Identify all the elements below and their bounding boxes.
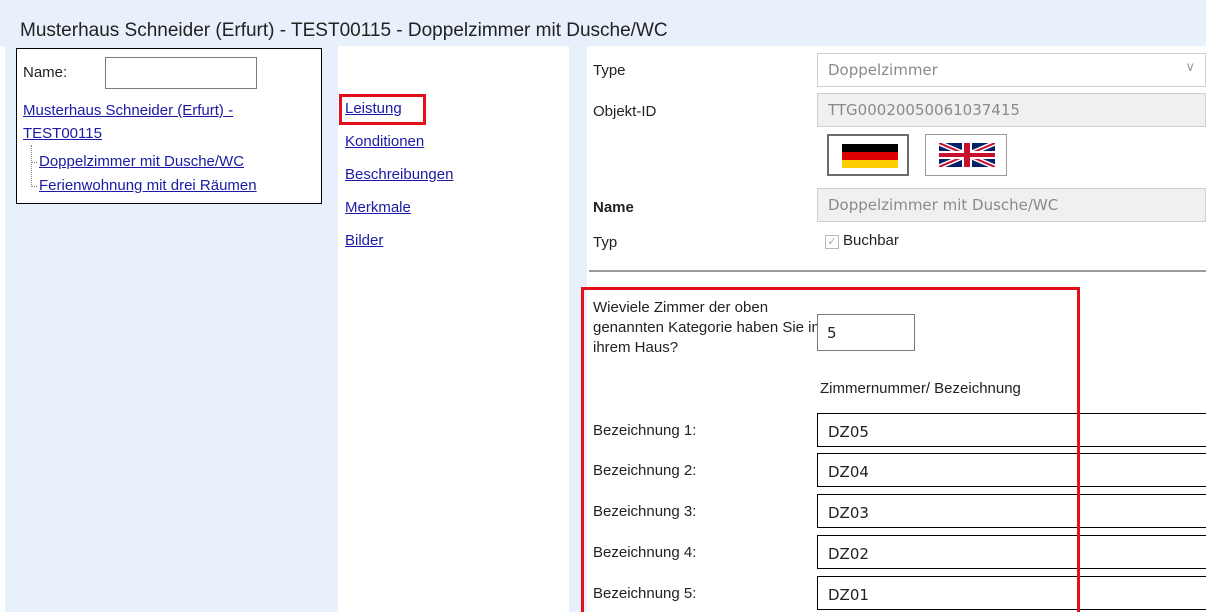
tree-root-link-line1[interactable]: Musterhaus Schneider (Erfurt) - [23,102,233,119]
type-select[interactable]: Doppelzimmer ∨ [817,53,1206,87]
buchbar-label: Buchbar [843,232,899,249]
tree-item-doppelzimmer[interactable]: Doppelzimmer mit Dusche/WC [39,153,244,170]
uk-flag-icon [939,143,995,167]
tree-root-link-line2[interactable]: TEST00115 [23,125,102,142]
tab-column [338,46,569,612]
tab-merkmale[interactable]: Merkmale [345,199,411,216]
german-flag-icon [842,144,898,168]
buchbar-checkbox[interactable]: ✓ [825,235,839,249]
title-bar: Musterhaus Schneider (Erfurt) - TEST0011… [0,0,1206,46]
tab-beschreibungen[interactable]: Beschreibungen [345,166,453,183]
tree-connector [31,162,37,163]
type-label: Type [593,62,626,79]
language-german-button[interactable] [827,134,909,176]
tree-item-ferienwohnung[interactable]: Ferienwohnung mit drei Räumen [39,177,257,194]
language-english-button[interactable] [925,134,1007,176]
name-field: Doppelzimmer mit Dusche/WC [817,188,1206,222]
typ-label: Typ [593,234,618,251]
type-select-value: Doppelzimmer [828,61,938,79]
section-divider [589,270,1206,272]
objekt-id-field: TTG00020050061037415 [817,93,1206,127]
navigation-tree-panel: Name: Musterhaus Schneider (Erfurt) - TE… [16,48,322,204]
room-section-highlight [581,287,1080,612]
name-label: Name [593,199,634,216]
page-title: Musterhaus Schneider (Erfurt) - TEST0011… [20,20,668,41]
tab-bilder[interactable]: Bilder [345,232,383,249]
objekt-id-label: Objekt-ID [593,103,657,120]
chevron-down-icon: ∨ [1185,60,1195,75]
tree-connector [31,145,32,187]
name-filter-input[interactable] [105,57,257,89]
tree-connector [31,186,37,187]
name-filter-label: Name: [23,64,68,81]
tab-konditionen[interactable]: Konditionen [345,133,424,150]
active-tab-highlight [339,94,426,125]
